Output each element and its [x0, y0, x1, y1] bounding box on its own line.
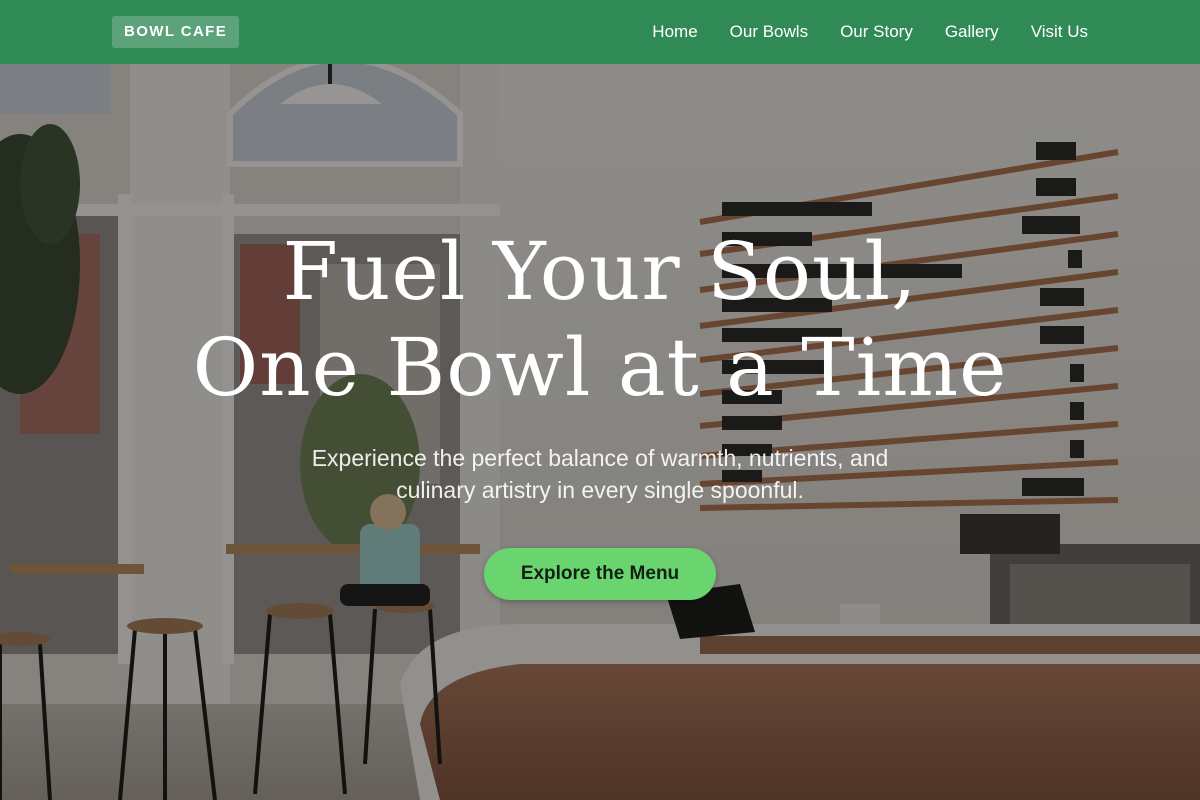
hero-headline: Fuel Your Soul, One Bowl at a Time [0, 224, 1200, 416]
nav-link-gallery[interactable]: Gallery [945, 22, 999, 42]
nav-link-visit-us[interactable]: Visit Us [1031, 22, 1088, 42]
nav-link-our-bowls[interactable]: Our Bowls [730, 22, 808, 42]
nav-link-our-story[interactable]: Our Story [840, 22, 913, 42]
brand-logo[interactable]: BOWL CAFE [112, 16, 240, 48]
explore-menu-button[interactable]: Explore the Menu [484, 548, 716, 600]
top-navbar: BOWL CAFE Home Our Bowls Our Story Galle… [0, 0, 1200, 64]
hero-headline-line1: Fuel Your Soul, [282, 225, 918, 318]
hero-headline-line2: One Bowl at a Time [192, 321, 1008, 414]
nav-links: Home Our Bowls Our Story Gallery Visit U… [652, 0, 1088, 64]
hero-content: Fuel Your Soul, One Bowl at a Time Exper… [0, 224, 1200, 600]
nav-link-home[interactable]: Home [652, 22, 697, 42]
hero-subtitle: Experience the perfect balance of warmth… [311, 445, 889, 503]
hero-section: Fuel Your Soul, One Bowl at a Time Exper… [0, 64, 1200, 800]
